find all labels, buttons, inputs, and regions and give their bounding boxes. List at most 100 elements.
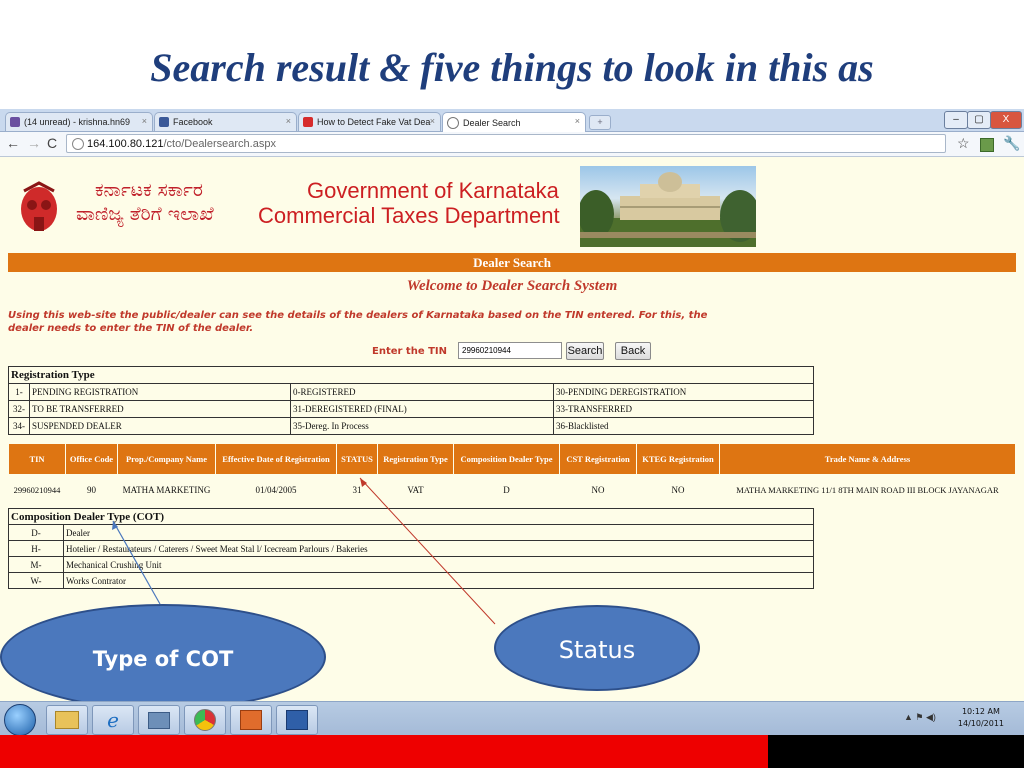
explorer-taskbar-button[interactable] <box>46 705 88 735</box>
minimize-button[interactable]: – <box>944 111 968 129</box>
tab-dealer-search[interactable]: Dealer Search × <box>442 112 586 132</box>
mail-icon <box>10 117 20 127</box>
table-cell: Works Contrator <box>63 572 814 589</box>
close-tab-icon[interactable]: × <box>142 116 147 126</box>
column-header: Trade Name & Address <box>719 443 1016 475</box>
tab-label: How to Detect Fake Vat Dea <box>317 117 431 127</box>
column-header: Effective Date of Registration <box>215 443 337 475</box>
table-cell: 29960210944 <box>13 485 61 495</box>
table-row: H- Hotelier / Restaurateurs / Caterers /… <box>8 540 814 557</box>
column-header: Registration Type <box>377 443 454 475</box>
table-cell: MATHA MARKETING 11/1 8TH MAIN ROAD III B… <box>736 485 999 495</box>
table-cell: 32- <box>8 400 30 418</box>
table-row: 32- TO BE TRANSFERRED 31-DEREGISTERED (F… <box>8 400 814 418</box>
table-cell: 34- <box>8 417 30 435</box>
column-header: STATUS <box>336 443 378 475</box>
table-cell: 90 <box>87 485 96 495</box>
close-window-button[interactable]: X <box>990 111 1022 129</box>
table-cell: PENDING REGISTRATION <box>29 383 291 401</box>
table-cell: 30-PENDING DEREGISTRATION <box>553 383 814 401</box>
page-icon <box>447 116 459 129</box>
column-header: Office Code <box>65 443 118 475</box>
powerpoint-icon <box>240 710 262 730</box>
system-tray-icons[interactable]: ▲ ⚑ ◀) <box>904 712 936 723</box>
table-row: 1- PENDING REGISTRATION 0-REGISTERED 30-… <box>8 383 814 401</box>
karnataka-emblem-icon <box>21 181 57 231</box>
wrench-icon[interactable]: 🔧 <box>1003 135 1020 152</box>
close-tab-icon[interactable]: × <box>430 116 435 126</box>
slide-footer-black <box>768 735 1024 768</box>
table-row: D- Dealer <box>8 524 814 541</box>
close-tab-icon[interactable]: × <box>575 116 580 126</box>
tab-label: (14 unread) - krishna.hn69 <box>24 117 131 127</box>
folder-icon <box>55 711 79 729</box>
table-cell: TO BE TRANSFERRED <box>29 400 291 418</box>
url-host: 164.100.80.121 <box>87 138 164 150</box>
search-button[interactable]: Search <box>566 342 604 360</box>
url-path: /cto/Dealersearch.aspx <box>163 138 276 150</box>
chrome-taskbar-button[interactable] <box>184 705 226 735</box>
windows-taskbar: e ▲ ⚑ ◀) 10:12 AM 14/10/2011 <box>0 701 1024 736</box>
table-cell: 33-TRANSFERRED <box>553 400 814 418</box>
table-cell: 01/04/2005 <box>255 485 297 495</box>
bookmark-star-icon[interactable]: ☆ <box>957 135 970 152</box>
table-cell: 31-DEREGISTERED (FINAL) <box>290 400 554 418</box>
word-taskbar-button[interactable] <box>276 705 318 735</box>
ie-taskbar-button[interactable]: e <box>92 705 134 735</box>
taskbar-clock[interactable]: 10:12 AM 14/10/2011 <box>958 706 1004 730</box>
tab-facebook[interactable]: Facebook × <box>154 112 297 131</box>
registration-type-table: Registration Type 1- PENDING REGISTRATIO… <box>8 366 814 435</box>
reload-icon[interactable]: C <box>47 135 57 151</box>
registration-type-header: Registration Type <box>8 366 814 384</box>
table-cell: D- <box>8 524 64 541</box>
table-cell: Hotelier / Restaurateurs / Caterers / Sw… <box>63 540 814 557</box>
powerpoint-taskbar-button[interactable] <box>230 705 272 735</box>
kannada-line-1: ಕರ್ನಾಟಕ ಸರ್ಕಾರ <box>95 179 203 201</box>
cot-cell: D <box>503 485 510 495</box>
facebook-icon <box>159 117 169 127</box>
kannada-line-2: ವಾಣಿಜ್ಯ ತೆರಿಗೆ ಇಲಾಖೆ <box>76 203 214 225</box>
status-cell: 31 <box>352 485 362 495</box>
tab-youtube[interactable]: How to Detect Fake Vat Dea × <box>298 112 441 131</box>
url-bar[interactable]: 164.100.80.121/cto/Dealersearch.aspx <box>66 134 946 153</box>
new-tab-button[interactable]: + <box>589 115 611 130</box>
table-cell: W- <box>8 572 64 589</box>
clock-time: 10:12 AM <box>961 707 1000 716</box>
table-cell: MATHA MARKETING <box>122 485 211 495</box>
status-callout: Status <box>494 605 700 691</box>
tin-input[interactable] <box>458 342 562 359</box>
search-result-table: TIN Office Code Prop./Company Name Effec… <box>8 443 1016 505</box>
start-button[interactable] <box>4 704 36 736</box>
table-cell: Dealer <box>63 524 814 541</box>
back-button[interactable]: Back <box>615 342 651 360</box>
media-taskbar-button[interactable] <box>138 705 180 735</box>
column-header: CST Registration <box>559 443 637 475</box>
cot-header: Composition Dealer Type (COT) <box>8 508 814 525</box>
gov-title-line-1: Government of Karnataka <box>307 178 559 203</box>
extension-icon[interactable] <box>980 138 994 152</box>
column-header: Composition Dealer Type <box>453 443 560 475</box>
back-arrow-icon[interactable]: ← <box>6 135 20 151</box>
globe-icon <box>72 138 84 150</box>
maximize-button[interactable]: ▢ <box>967 111 991 129</box>
table-cell: M- <box>8 556 64 573</box>
table-cell: 35-Dereg. In Process <box>290 417 554 435</box>
table-cell: 1- <box>8 383 30 401</box>
welcome-heading: Welcome to Dealer Search System <box>406 278 618 294</box>
column-header: Prop./Company Name <box>117 443 216 475</box>
clock-date: 14/10/2011 <box>957 719 1004 728</box>
internet-explorer-icon: e <box>107 708 119 732</box>
table-cell: 0-REGISTERED <box>290 383 554 401</box>
table-row: 34- SUSPENDED DEALER 35-Dereg. In Proces… <box>8 417 814 435</box>
vidhana-soudha-image <box>580 166 756 247</box>
slide-title: Search result & five things to look in t… <box>150 45 874 90</box>
composition-dealer-type-table: Composition Dealer Type (COT) D- Dealer … <box>8 508 814 589</box>
table-row: M- Mechanical Crushing Unit <box>8 556 814 573</box>
table-cell: 36-Blacklisted <box>553 417 814 435</box>
intro-text: Using this web-site the public/dealer ca… <box>8 310 708 334</box>
forward-arrow-icon[interactable]: → <box>27 135 41 151</box>
table-cell: VAT <box>407 485 424 495</box>
close-tab-icon[interactable]: × <box>286 116 291 126</box>
column-header: KTEG Registration <box>636 443 720 475</box>
tab-gmail[interactable]: (14 unread) - krishna.hn69 × <box>5 112 153 131</box>
